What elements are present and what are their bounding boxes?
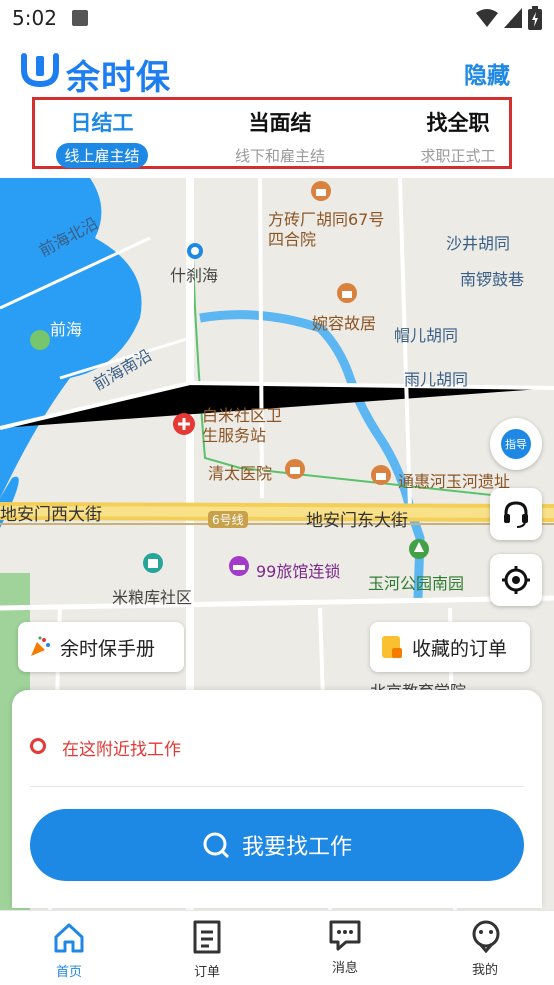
poi-icon-wanrong [337,283,357,303]
home-icon [54,923,84,953]
tab-face-title: 当面结 [248,111,312,135]
party-popper-icon [31,636,50,656]
guide-button[interactable]: 指导 [490,418,542,470]
message-icon [329,920,361,951]
nav-messages-label: 消息 [331,961,358,976]
map-label-nanluoguxiang: 南锣鼓巷 [460,270,525,289]
favorites-label: 收藏的订单 [412,637,508,660]
favorites-icon [382,636,402,658]
location-dot-icon [30,738,46,754]
nav-home[interactable]: 首页 [24,911,114,985]
map-label-hotel: 99旅馆连锁 [256,562,341,581]
find-job-button[interactable]: 我要找工作 [30,809,524,881]
nav-home-label: 首页 [55,965,82,980]
locate-button[interactable] [490,554,542,606]
tab-daily-work[interactable]: 日结工 线上雇主结 [37,100,167,172]
poi-icon-community [143,553,163,573]
map-label-qingtai: 清太医院 [208,464,273,483]
tab-full-subtitle: 求职正式工 [420,147,496,165]
map-label-dianmen-east: 地安门东大街 [306,511,408,531]
job-type-tabs: 日结工 线上雇主结 当面结 线下和雇主结 找全职 求职正式工 [32,97,512,169]
hide-button[interactable]: 隐藏 [464,56,510,90]
tab-daily-subtitle: 线上雇主结 [56,143,148,168]
search-icon [203,832,230,859]
customer-service-button[interactable] [490,488,542,540]
status-time: 5:02 [12,6,57,30]
notification-icon [72,10,88,26]
status-bar: 5:02 [0,0,554,38]
map-label-shajing: 沙井胡同 [446,234,511,253]
poi-icon-qingtai [285,459,305,479]
map-label-siheyuan: 方砖厂胡同67号四合院 [268,210,385,249]
find-job-label: 我要找工作 [241,835,352,860]
tab-full-time[interactable]: 找全职 求职正式工 [405,100,511,172]
nav-profile-label: 我的 [471,963,498,978]
map-label-yuer: 雨儿胡同 [404,370,469,389]
nav-orders[interactable]: 订单 [162,911,252,985]
tab-full-title: 找全职 [426,111,490,135]
map-label-line6: 6号线 [208,511,248,528]
locate-icon [502,566,530,594]
handbook-label: 余时保手册 [60,637,156,660]
tab-daily-title: 日结工 [70,111,134,135]
guide-icon: 指导 [501,429,531,459]
map-label-dianmen-west: 地安门西大街 [0,505,102,525]
headset-icon [504,501,528,528]
nav-orders-label: 订单 [193,965,220,980]
poi-icon-siheyuan [311,181,331,201]
battery-icon [528,6,542,30]
map-label-miliangku: 米粮库社区 [112,588,193,607]
tab-face-to-face[interactable]: 当面结 线下和雇主结 [215,100,345,172]
logo-icon [21,53,59,88]
map-label-wanrong: 婉容故居 [312,314,377,333]
order-icon [193,920,221,954]
map-label-shichahai: 什刹海 [170,266,219,285]
nav-messages[interactable]: 消息 [300,911,390,985]
poi-icon-park [409,539,429,559]
profile-icon [472,920,500,953]
poi-icon-tonghui [371,465,391,485]
hospital-icon [173,413,195,435]
tab-face-subtitle: 线下和雇主结 [234,147,325,165]
nav-profile[interactable]: 我的 [440,911,530,985]
map-label-maoer: 帽儿胡同 [394,326,459,345]
map-label-qianhai: 前海 [50,320,83,339]
wifi-icon [476,9,498,27]
map-label-tonghui: 通惠河玉河遗址 [398,472,511,491]
card-divider [30,786,524,787]
favorites-chip[interactable]: 收藏的订单 [370,622,530,672]
map-label-yuhe-park: 玉河公园南园 [368,574,465,593]
find-nearby-link[interactable]: 在这附近找工作 [62,735,181,760]
subway-station-icon [187,243,203,259]
map-label-baimi: 白米社区卫生服务站 [202,406,283,445]
poi-icon-hotel [229,556,249,576]
signal-icon [504,8,522,28]
logo-text: 余时保 [66,58,171,98]
bottom-nav: 首页 订单 消息 我的 [0,910,554,985]
handbook-chip[interactable]: 余时保手册 [18,622,184,672]
